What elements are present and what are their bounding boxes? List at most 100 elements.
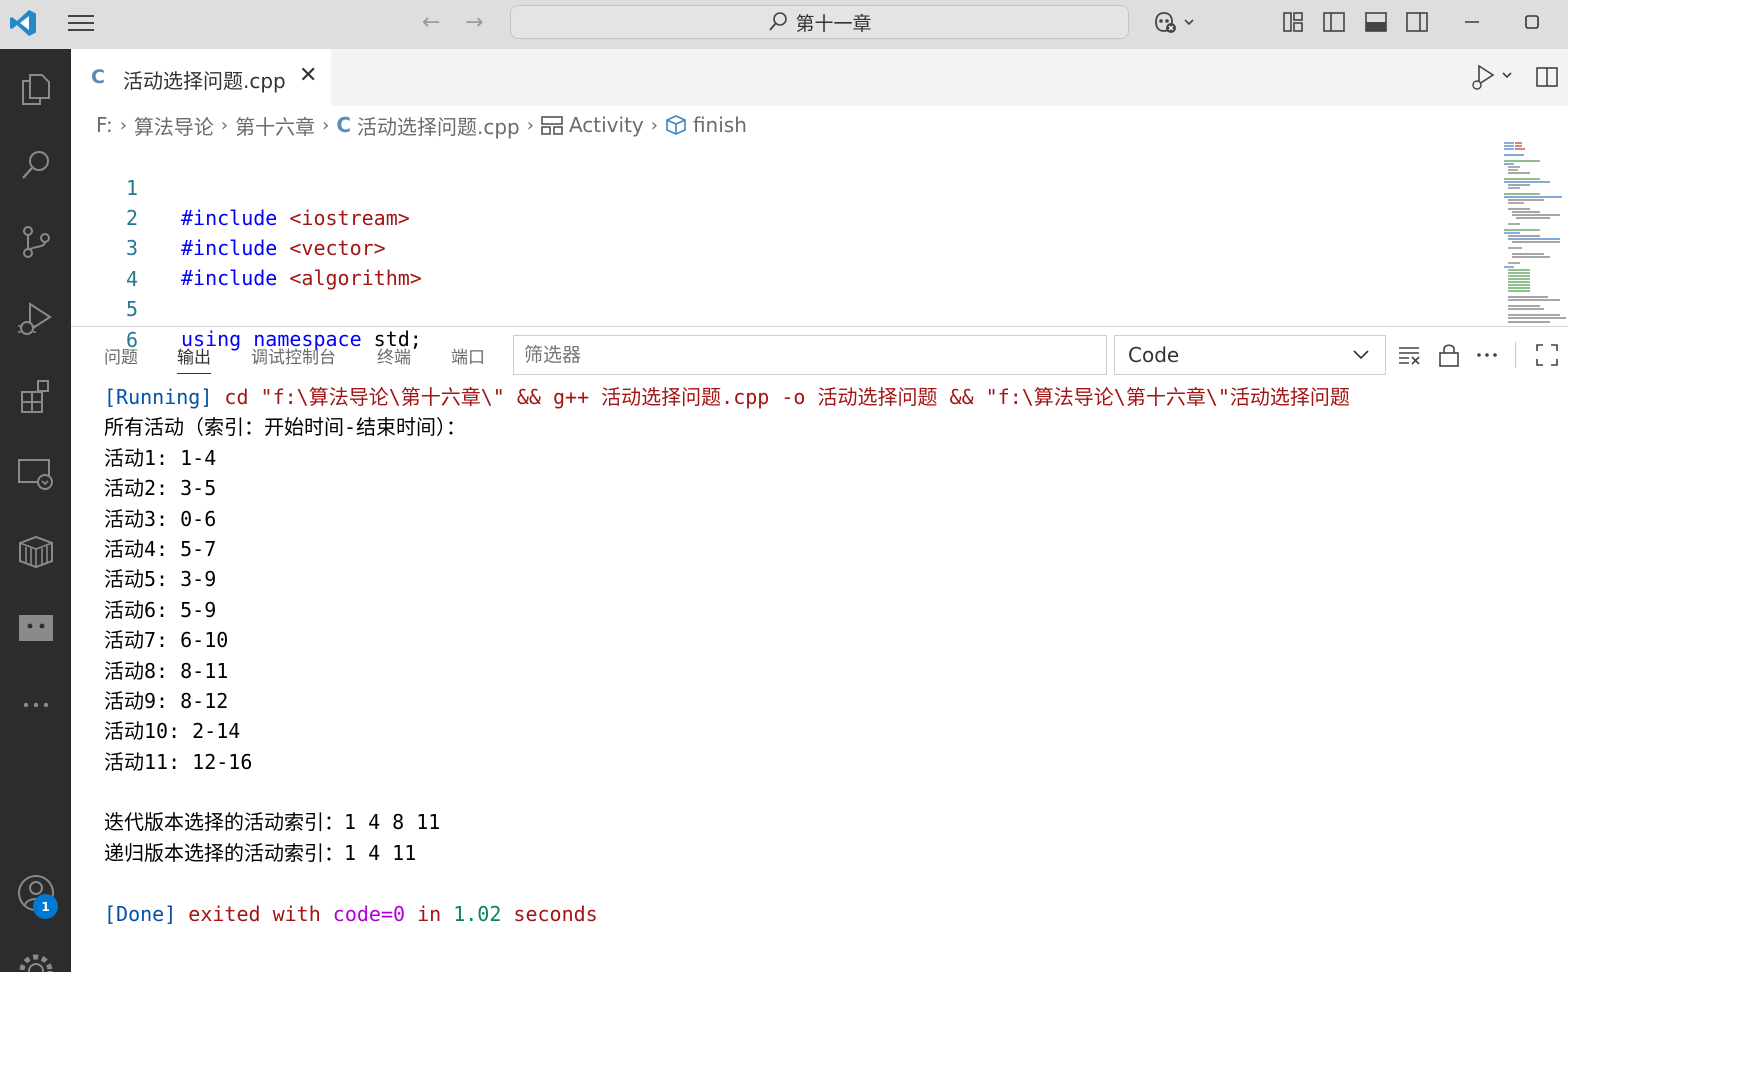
chevron-right-icon: › (322, 114, 330, 136)
cpp-file-icon: C (336, 113, 351, 137)
method-cube-icon (666, 115, 686, 135)
command-center[interactable]: 第十一章 (510, 5, 1129, 39)
minimize-icon[interactable] (1460, 10, 1484, 34)
toggle-secondary-sidebar-icon[interactable] (1405, 10, 1429, 34)
clear-output-icon[interactable] (1397, 342, 1423, 368)
close-tab-icon[interactable]: ✕ (299, 63, 317, 88)
breadcrumb: F: › 算法导论 › 第十六章 › C 活动选择问题.cpp › Activi… (96, 111, 747, 140)
remote-explorer-icon[interactable] (0, 438, 71, 510)
tab-output[interactable]: 输出 (177, 343, 211, 374)
output-line: 活动1: 1-4 (104, 445, 217, 470)
chevron-right-icon: › (220, 114, 229, 136)
search-icon[interactable] (0, 129, 71, 201)
code-keyword: #include (181, 206, 278, 230)
done-tag: [Done] (104, 901, 177, 926)
code-editor[interactable]: 1 #include <iostream> 2 #include <vector… (71, 140, 1491, 352)
output-line: 活动11: 12-16 (104, 749, 253, 774)
source-control-icon[interactable] (0, 206, 71, 278)
split-editor-icon[interactable] (1535, 65, 1559, 89)
more-icon[interactable] (0, 669, 71, 741)
tab-ports[interactable]: 端口 (451, 343, 485, 368)
running-tag: [Running] (104, 385, 213, 409)
done-exited-text: exited with (176, 901, 333, 926)
breadcrumb-drive[interactable]: F: (96, 113, 113, 137)
command-center-text: 第十一章 (795, 12, 872, 35)
output-line: 活动2: 3-5 (104, 476, 217, 501)
output-line: 递归版本选择的活动索引：1 4 11 (104, 840, 417, 865)
tab-terminal[interactable]: 终端 (377, 343, 411, 368)
customize-layout-icon[interactable] (1281, 10, 1305, 34)
toggle-primary-sidebar-icon[interactable] (1322, 10, 1346, 34)
lock-scroll-icon[interactable] (1436, 342, 1462, 368)
output-line-done: [Done] exited with code=0 in 1.02 second… (104, 899, 1350, 929)
manage-gear-icon[interactable] (0, 935, 71, 972)
done-exit-code: code=0 (332, 901, 406, 926)
output-line: 活动5: 3-9 (104, 567, 217, 592)
output-filter-input[interactable]: 筛选器 (513, 335, 1107, 375)
code-text: <vector> (277, 236, 386, 260)
code-text: <algorithm> (277, 266, 422, 290)
maximize-icon[interactable] (1520, 10, 1544, 34)
menu-icon[interactable] (66, 11, 98, 35)
accounts-badge: 1 (33, 894, 58, 919)
code-line: 2 #include <vector> (71, 173, 386, 260)
struct-icon (541, 116, 563, 135)
output-line: 活动4: 5-7 (104, 536, 217, 561)
forward-arrow-icon[interactable]: → (465, 10, 483, 36)
output-line: 活动8: 8-11 (104, 658, 229, 683)
editor-tab[interactable]: C 活动选择问题.cpp ✕ (71, 49, 331, 106)
output-line: 活动6: 5-9 (104, 597, 217, 622)
more-actions-icon[interactable] (1474, 342, 1500, 368)
breadcrumb-file[interactable]: 活动选择问题.cpp (357, 111, 520, 140)
output-channel-select[interactable]: Code (1114, 335, 1386, 375)
chevron-right-icon: › (119, 114, 127, 136)
code-line: 4 (71, 234, 138, 291)
cpp-file-icon: C (91, 66, 105, 88)
remote-window-icon[interactable] (0, 592, 71, 664)
output-channel-value: Code (1128, 343, 1180, 367)
accounts-icon[interactable] (0, 857, 71, 929)
done-seconds-text: seconds (501, 901, 598, 926)
editor-tab-label: 活动选择问题.cpp (123, 69, 286, 93)
back-arrow-icon[interactable]: ← (422, 10, 440, 36)
breadcrumb-method[interactable]: finish (693, 113, 747, 137)
code-line: 5 using namespace std; (71, 264, 422, 351)
breadcrumb-folder[interactable]: 算法导论 (134, 111, 214, 140)
chevron-down-icon (1353, 350, 1369, 360)
code-text: <iostream> (277, 206, 410, 230)
extensions-icon[interactable] (0, 360, 71, 432)
code-keyword: #include (181, 236, 278, 260)
code-line: 3 #include <algorithm> (71, 203, 422, 290)
done-duration: 1.02 (453, 901, 502, 926)
title-bar: ← → 第十一章 (0, 0, 1568, 49)
copilot-icon[interactable] (1152, 10, 1198, 34)
maximize-panel-icon[interactable] (1534, 342, 1560, 368)
code-keyword: #include (181, 266, 278, 290)
run-debug-dropdown-icon[interactable] (1469, 63, 1519, 93)
code-line: 1 #include <iostream> (71, 143, 410, 230)
search-icon (769, 12, 788, 31)
output-line: 活动10: 2-14 (104, 719, 241, 744)
minimap[interactable] (1500, 140, 1568, 326)
output-log[interactable]: [Running] cd "f:\算法导论\第十六章\" && g++ 活动选择… (104, 382, 1350, 929)
running-command: cd "f:\算法导论\第十六章\" && g++ 活动选择问题.cpp -o … (212, 385, 1350, 409)
output-line: 所有活动（索引：开始时间-结束时间）： (104, 415, 467, 440)
output-line: 活动7: 6-10 (104, 628, 229, 653)
toggle-panel-icon[interactable] (1364, 10, 1388, 34)
code-line: 6 (71, 295, 138, 352)
editor-tab-strip: C 活动选择问题.cpp ✕ (71, 49, 1568, 106)
explorer-icon[interactable] (0, 53, 71, 125)
vscode-logo-icon (10, 10, 36, 36)
chevron-right-icon: › (526, 114, 534, 136)
breadcrumb-subfolder[interactable]: 第十六章 (235, 111, 315, 140)
done-in-text: in (405, 901, 454, 926)
toolbar-separator (1515, 342, 1516, 368)
tab-problems[interactable]: 问题 (104, 343, 138, 368)
breadcrumb-symbol[interactable]: Activity (569, 113, 644, 137)
tab-debug-console[interactable]: 调试控制台 (251, 343, 336, 368)
output-line-running: [Running] cd "f:\算法导论\第十六章\" && g++ 活动选择… (104, 382, 1350, 412)
containers-icon[interactable] (0, 515, 71, 587)
run-debug-icon[interactable] (0, 283, 71, 355)
